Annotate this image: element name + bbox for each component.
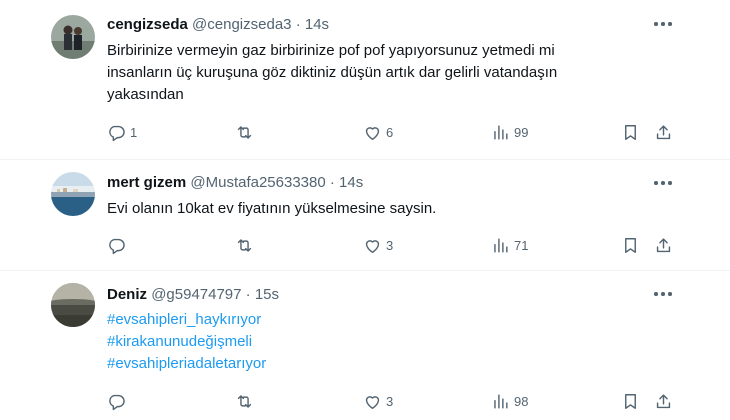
- avatar[interactable]: [51, 172, 95, 216]
- author-handle[interactable]: @cengizseda3: [192, 16, 291, 33]
- tweet-text: Birbirinize vermeyin gaz birbirinize pof…: [107, 40, 607, 106]
- avatar-photo: [51, 15, 95, 59]
- like-icon: [365, 395, 380, 409]
- bookmark-button[interactable]: [621, 390, 640, 412]
- views-count: 98: [514, 393, 529, 409]
- share-button[interactable]: [654, 121, 673, 143]
- more-icon[interactable]: [650, 284, 676, 304]
- tweet-text-line: insanların üç kuruşuna göz diktiniz düşü…: [107, 64, 558, 81]
- like-count: 3: [386, 237, 394, 253]
- tweet-text-line: Birbirinize vermeyin gaz birbirinize pof…: [107, 42, 555, 59]
- reply-button[interactable]: [107, 390, 130, 412]
- views-button[interactable]: 99: [491, 121, 528, 143]
- like-button[interactable]: 3: [363, 390, 393, 412]
- author-handle[interactable]: @g59474797: [151, 286, 241, 303]
- reply-icon: [109, 394, 125, 410]
- views-icon: [494, 393, 508, 409]
- share-button[interactable]: [654, 390, 673, 412]
- share-icon: [656, 237, 671, 252]
- like-icon: [365, 126, 380, 140]
- timestamp[interactable]: 14s: [339, 174, 363, 191]
- retweet-button[interactable]: [235, 121, 258, 143]
- retweet-button[interactable]: [235, 390, 258, 412]
- reply-button[interactable]: 1: [107, 121, 137, 143]
- author-handle[interactable]: @Mustafa25633380: [190, 174, 325, 191]
- retweet-icon: [237, 238, 252, 252]
- reply-icon: [109, 238, 125, 254]
- views-icon: [494, 124, 508, 140]
- more-icon[interactable]: [650, 14, 676, 34]
- separator: ·: [245, 286, 251, 303]
- tweet-text: Evi olanın 10kat ev fiyatının yükselmesi…: [107, 198, 607, 220]
- avatar[interactable]: [51, 15, 95, 59]
- bookmark-icon: [625, 237, 636, 253]
- tweet-header: Deniz @g59474797 · 15s: [107, 285, 279, 305]
- separator: ·: [295, 16, 301, 33]
- bookmark-icon: [625, 124, 636, 140]
- timestamp[interactable]: 14s: [305, 16, 329, 33]
- separator: ·: [329, 174, 335, 191]
- avatar[interactable]: [51, 283, 95, 327]
- avatar-photo: [51, 172, 95, 216]
- share-button[interactable]: [654, 234, 673, 256]
- retweet-icon: [237, 125, 252, 139]
- tweet-header: mert gizem @Mustafa25633380 · 14s: [107, 173, 363, 193]
- share-icon: [656, 393, 671, 408]
- hashtag-link[interactable]: #kirakanunudeğişmeli: [107, 331, 607, 353]
- bookmark-button[interactable]: [621, 121, 640, 143]
- tweet-text-line: yakasından: [107, 86, 184, 103]
- like-button[interactable]: 6: [363, 121, 393, 143]
- action-bar: 3 71: [107, 234, 687, 256]
- reply-count: 1: [130, 124, 138, 140]
- like-count: 3: [386, 393, 394, 409]
- views-button[interactable]: 98: [491, 390, 528, 412]
- views-count: 71: [514, 237, 529, 253]
- reply-icon: [109, 125, 125, 141]
- tweet-header: cengizseda @cengizseda3 · 14s: [107, 15, 329, 35]
- action-bar: 3 98: [107, 390, 687, 412]
- retweet-button[interactable]: [235, 234, 258, 256]
- tweet[interactable]: mert gizem @Mustafa25633380 · 14s Evi ol…: [0, 160, 730, 270]
- tweet-text-line: Evi olanın 10kat ev fiyatının yükselmesi…: [107, 200, 437, 217]
- like-icon: [365, 239, 380, 253]
- bookmark-button[interactable]: [621, 234, 640, 256]
- author-name[interactable]: mert gizem: [107, 174, 186, 191]
- hashtag-link[interactable]: #evsahipleriadaletarıyor: [107, 353, 607, 375]
- views-icon: [494, 237, 508, 253]
- share-icon: [656, 124, 671, 139]
- tweet-text: #evsahipleri_haykırıyor #kirakanunudeğiş…: [107, 309, 607, 375]
- tweet[interactable]: Deniz @g59474797 · 15s #evsahipleri_hayk…: [0, 271, 730, 420]
- tweet[interactable]: cengizseda @cengizseda3 · 14s Birbiriniz…: [0, 0, 730, 160]
- more-icon[interactable]: [650, 173, 676, 193]
- action-bar: 1 6 99: [107, 121, 687, 143]
- bookmark-icon: [625, 393, 636, 409]
- reply-button[interactable]: [107, 234, 130, 256]
- timestamp[interactable]: 15s: [255, 286, 279, 303]
- views-button[interactable]: 71: [491, 234, 528, 256]
- views-count: 99: [514, 124, 529, 140]
- like-count: 6: [386, 124, 394, 140]
- hashtag-link[interactable]: #evsahipleri_haykırıyor: [107, 309, 607, 331]
- author-name[interactable]: Deniz: [107, 286, 147, 303]
- retweet-icon: [237, 394, 252, 408]
- author-name[interactable]: cengizseda: [107, 16, 188, 33]
- avatar-photo: [51, 283, 95, 327]
- like-button[interactable]: 3: [363, 234, 393, 256]
